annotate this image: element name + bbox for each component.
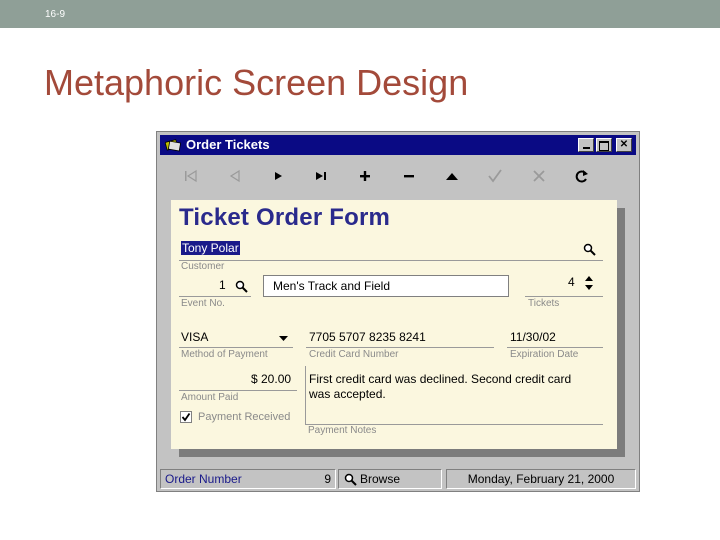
triangle-up-icon xyxy=(446,173,458,180)
maximize-icon xyxy=(599,141,609,151)
tickets-underline xyxy=(525,296,603,297)
slide-title: Metaphoric Screen Design xyxy=(44,62,469,103)
form-title: Ticket Order Form xyxy=(179,204,391,231)
window-title: Order Tickets xyxy=(186,137,270,152)
payment-notes-field[interactable]: First credit card was declined. Second c… xyxy=(309,372,595,402)
cancel-button[interactable] xyxy=(528,166,550,186)
customer-field[interactable]: Tony Polar xyxy=(181,241,240,255)
browse-panel[interactable]: Browse xyxy=(338,469,442,489)
amount-paid-label: Amount Paid xyxy=(181,392,239,403)
order-number-value: 9 xyxy=(324,472,331,486)
customer-value: Tony Polar xyxy=(181,241,240,255)
browse-label: Browse xyxy=(360,472,401,486)
first-record-button[interactable] xyxy=(180,166,202,186)
payment-method-label: Method of Payment xyxy=(181,349,268,360)
previous-record-button[interactable] xyxy=(224,166,246,186)
customer-label: Customer xyxy=(181,261,225,272)
tickets-spinner-icon[interactable] xyxy=(583,274,595,292)
credit-card-underline xyxy=(306,347,494,348)
tickets-label: Tickets xyxy=(528,298,560,309)
previous-record-icon xyxy=(229,169,240,183)
slide-header-bar: 16-9 xyxy=(0,0,720,28)
refresh-icon xyxy=(575,170,588,183)
tickets-app-icon xyxy=(165,139,181,152)
customer-search-icon[interactable] xyxy=(583,243,596,256)
payment-method-underline xyxy=(179,347,293,348)
magnifier-icon xyxy=(344,473,357,486)
checkmark-icon xyxy=(181,412,191,422)
event-number-label: Event No. xyxy=(181,298,225,309)
x-icon xyxy=(533,170,545,182)
minimize-button[interactable] xyxy=(578,138,594,152)
payment-method-select[interactable]: VISA xyxy=(181,330,208,344)
first-record-icon xyxy=(185,169,197,183)
event-number-underline xyxy=(179,296,251,297)
expiration-date-label: Expiration Date xyxy=(510,349,579,360)
last-record-icon xyxy=(316,172,326,180)
status-date: Monday, February 21, 2000 xyxy=(467,472,615,486)
slide-number: 16-9 xyxy=(45,9,66,20)
expiration-date-field[interactable]: 11/30/02 xyxy=(510,330,556,344)
close-icon: ✕ xyxy=(619,139,629,150)
amount-paid-underline xyxy=(179,390,297,391)
next-record-icon xyxy=(275,172,282,180)
minus-icon xyxy=(404,175,414,178)
close-button[interactable]: ✕ xyxy=(616,138,632,152)
credit-card-number-label: Credit Card Number xyxy=(309,349,399,360)
expiration-date-underline xyxy=(507,347,603,348)
ticket-order-form: Ticket Order Form Tony Polar Customer 1 … xyxy=(171,200,617,449)
add-record-button[interactable] xyxy=(354,166,376,186)
event-name-field[interactable]: Men's Track and Field xyxy=(263,275,509,297)
confirm-button[interactable] xyxy=(484,166,506,186)
event-number-field[interactable]: 1 xyxy=(219,278,226,292)
delete-record-button[interactable] xyxy=(398,166,420,186)
tickets-field[interactable]: 4 xyxy=(568,275,575,289)
order-number-panel: Order Number 9 xyxy=(160,469,336,489)
up-button[interactable] xyxy=(441,166,463,186)
order-tickets-window: Order Tickets ✕ Ticket Order Form Tony P… xyxy=(156,131,640,492)
amount-paid-field[interactable]: $ 20.00 xyxy=(251,372,291,386)
maximize-button[interactable] xyxy=(596,138,612,152)
event-search-icon[interactable] xyxy=(235,280,248,293)
status-bar: Order Number 9 Browse Monday, February 2… xyxy=(160,469,636,489)
date-panel: Monday, February 21, 2000 xyxy=(446,469,636,489)
payment-notes-label: Payment Notes xyxy=(308,425,377,436)
refresh-button[interactable] xyxy=(571,166,593,186)
plus-icon xyxy=(360,171,370,181)
payment-received-label: Payment Received xyxy=(198,411,291,423)
minimize-icon xyxy=(582,147,590,149)
next-record-button[interactable] xyxy=(267,166,289,186)
chevron-down-icon[interactable] xyxy=(278,334,289,342)
checkmark-icon xyxy=(488,169,502,183)
record-toolbar xyxy=(160,158,636,194)
order-number-label: Order Number xyxy=(165,472,242,486)
customer-underline xyxy=(179,260,603,261)
credit-card-number-field[interactable]: 7705 5707 8235 8241 xyxy=(309,330,426,344)
payment-notes-border xyxy=(305,366,306,424)
last-record-button[interactable] xyxy=(310,166,332,186)
title-bar[interactable]: Order Tickets ✕ xyxy=(160,135,636,155)
event-name-value: Men's Track and Field xyxy=(273,279,391,293)
payment-received-checkbox[interactable] xyxy=(180,411,192,423)
